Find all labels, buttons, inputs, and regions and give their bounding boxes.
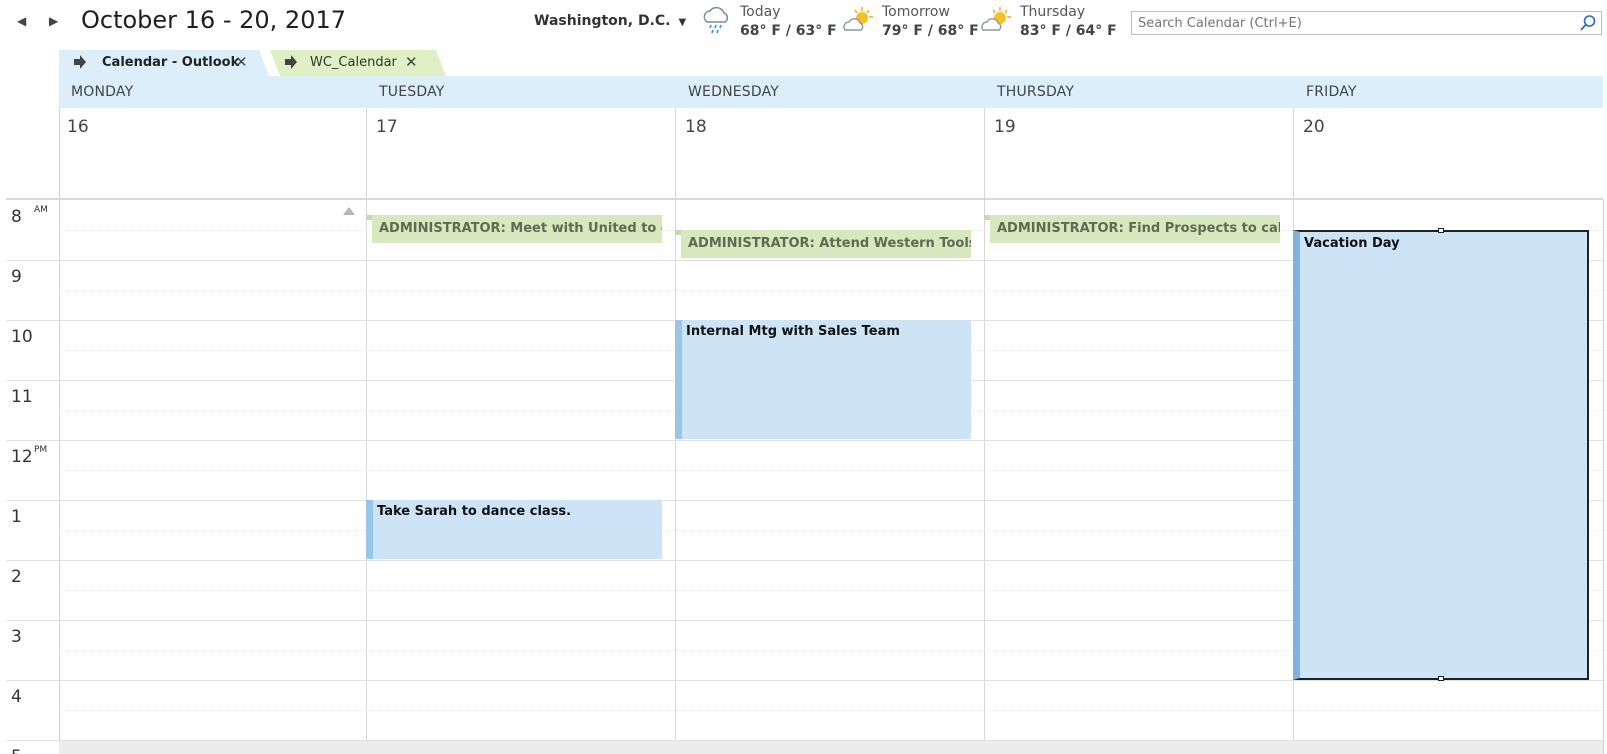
tab-label: Calendar - Outlook bbox=[102, 55, 240, 70]
hour-label: 8 bbox=[11, 207, 22, 227]
column-divider bbox=[366, 108, 367, 754]
search-icon[interactable] bbox=[1579, 14, 1597, 32]
day-date-19[interactable]: 19 bbox=[994, 117, 1016, 137]
chevron-down-icon: ▼ bbox=[678, 17, 687, 28]
close-icon[interactable]: ✕ bbox=[235, 53, 248, 71]
weather-day-label: Today bbox=[740, 4, 781, 20]
weather-temp: 68° F / 63° F bbox=[740, 23, 837, 39]
event-admin-meet-united[interactable]: ADMINISTRATOR: Meet with United to discu… bbox=[372, 215, 662, 243]
day-header-tuesday[interactable]: TUESDAY bbox=[379, 84, 445, 100]
partly-sunny-icon bbox=[981, 7, 1011, 31]
next-week-button[interactable]: ▶ bbox=[49, 14, 59, 28]
event-vacation-day[interactable]: Vacation Day bbox=[1293, 230, 1589, 680]
day-header-band bbox=[59, 76, 1603, 108]
hour-label: 10 bbox=[11, 327, 33, 347]
tab-label: WC_Calendar bbox=[310, 55, 397, 70]
hour-label: 12 bbox=[11, 447, 33, 467]
hour-line bbox=[6, 680, 1603, 681]
date-range-title: October 16 - 20, 2017 bbox=[81, 6, 347, 34]
event-internal-mtg[interactable]: Internal Mtg with Sales Team bbox=[675, 320, 971, 439]
hour-label: 4 bbox=[11, 687, 22, 707]
tab-calendar-outlook[interactable]: Calendar - Outlook ✕ bbox=[59, 50, 269, 76]
previous-week-button[interactable]: ◀ bbox=[17, 14, 27, 28]
day-date-16[interactable]: 16 bbox=[67, 117, 89, 137]
half-hour-line bbox=[59, 710, 1603, 711]
tab-wc-calendar[interactable]: WC_Calendar ✕ bbox=[270, 50, 446, 76]
am-pm-marker: PM bbox=[34, 445, 48, 455]
am-pm-marker: AM bbox=[34, 205, 48, 215]
event-admin-find-prospects[interactable]: ADMINISTRATOR: Find Prospects to call on… bbox=[990, 215, 1280, 243]
day-date-18[interactable]: 18 bbox=[685, 117, 707, 137]
search-input[interactable] bbox=[1132, 12, 1562, 35]
hour-label: 1 bbox=[11, 507, 22, 527]
day-header-thursday[interactable]: THURSDAY bbox=[997, 84, 1074, 100]
location-label: Washington, D.C. bbox=[534, 13, 671, 29]
day-date-17[interactable]: 17 bbox=[376, 117, 398, 137]
weather-day-label: Tomorrow bbox=[882, 4, 950, 20]
weather-day-label: Thursday bbox=[1020, 4, 1086, 20]
arrow-right-icon bbox=[285, 55, 297, 69]
weather-temp: 79° F / 68° F bbox=[882, 23, 979, 39]
rain-cloud-icon bbox=[703, 7, 729, 34]
day-header-wednesday[interactable]: WEDNESDAY bbox=[688, 84, 779, 100]
hour-label: 5 bbox=[11, 747, 22, 754]
hour-label: 2 bbox=[11, 567, 22, 587]
hour-label: 3 bbox=[11, 627, 22, 647]
resize-handle-top[interactable] bbox=[1438, 228, 1444, 233]
day-date-20[interactable]: 20 bbox=[1303, 117, 1325, 137]
column-divider bbox=[984, 108, 985, 754]
after-hours-band bbox=[59, 741, 1603, 754]
event-admin-western-tools[interactable]: ADMINISTRATOR: Attend Western Tools Asso… bbox=[681, 230, 971, 258]
day-header-monday[interactable]: MONDAY bbox=[71, 84, 133, 100]
weather-temp: 83° F / 64° F bbox=[1020, 23, 1117, 39]
resize-handle-bottom[interactable] bbox=[1438, 676, 1444, 681]
hour-label: 9 bbox=[11, 267, 22, 287]
scroll-up-icon[interactable] bbox=[343, 207, 355, 215]
column-divider bbox=[59, 108, 60, 754]
hour-label: 11 bbox=[11, 387, 33, 407]
event-dance-class[interactable]: Take Sarah to dance class. bbox=[366, 500, 662, 559]
day-header-friday[interactable]: FRIDAY bbox=[1306, 84, 1357, 100]
search-box[interactable] bbox=[1131, 11, 1602, 35]
arrow-right-icon bbox=[74, 55, 86, 69]
close-icon[interactable]: ✕ bbox=[405, 53, 418, 71]
partly-sunny-icon bbox=[843, 7, 873, 31]
all-day-separator bbox=[6, 198, 1603, 200]
vertical-scrollbar[interactable] bbox=[1603, 200, 1607, 754]
location-dropdown[interactable]: Washington, D.C. ▼ bbox=[534, 13, 686, 29]
